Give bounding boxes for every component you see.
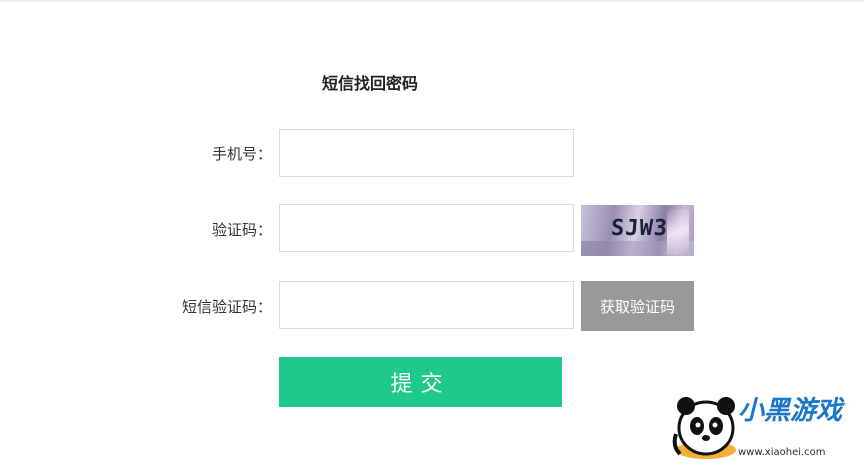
captcha-label: 验证码： [211, 221, 272, 239]
submit-button[interactable]: 提交 [279, 357, 562, 407]
captcha-image[interactable]: SJW3 [581, 205, 694, 256]
get-sms-code-button[interactable]: 获取验证码 [581, 281, 694, 331]
sms-code-input[interactable] [279, 281, 574, 329]
top-border [0, 0, 864, 2]
panda-icon [672, 397, 736, 459]
watermark-url: www.xiaohei.com [738, 447, 826, 458]
page-title: 短信找回密码 [321, 74, 418, 93]
captcha-streak [667, 209, 689, 255]
phone-input[interactable] [279, 129, 574, 177]
watermark-brand: 小黑游戏 [738, 396, 843, 426]
captcha-input[interactable] [279, 204, 574, 252]
watermark-logo: 小黑游戏 www.xiaohei.com [670, 384, 864, 463]
sms-code-label: 短信验证码： [181, 298, 272, 316]
phone-label: 手机号： [211, 145, 272, 163]
captcha-code: SJW3 [610, 216, 669, 241]
